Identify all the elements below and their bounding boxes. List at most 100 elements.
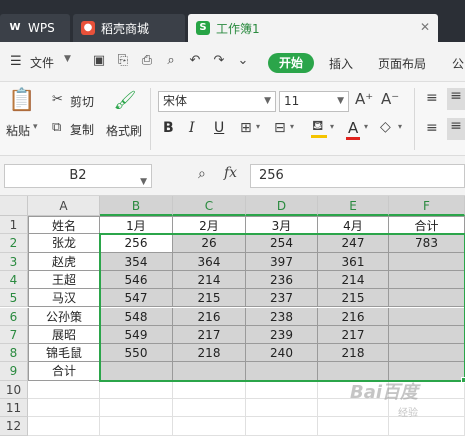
- table-cell[interactable]: 214: [318, 270, 389, 290]
- fill-chevron-icon[interactable]: ▾: [330, 122, 334, 131]
- cut-button[interactable]: 剪切: [70, 93, 94, 110]
- table-cell[interactable]: 546: [100, 270, 173, 290]
- row-header-3[interactable]: 3: [0, 252, 28, 271]
- underline-button[interactable]: U: [214, 120, 224, 136]
- table-cell[interactable]: [389, 252, 465, 271]
- table-cell[interactable]: [389, 344, 465, 363]
- font-name-select[interactable]: 宋体 ▼: [158, 91, 276, 112]
- table-cell[interactable]: [173, 417, 246, 436]
- table-cell[interactable]: 217: [318, 325, 389, 345]
- table-cell[interactable]: [246, 362, 318, 381]
- table-cell[interactable]: 218: [173, 344, 246, 363]
- table-cell[interactable]: [246, 380, 318, 399]
- row-header-9[interactable]: 9: [0, 362, 28, 381]
- table-cell[interactable]: [28, 399, 100, 418]
- tab-docer-store[interactable]: ● 稻壳商城: [73, 14, 185, 42]
- table-cell[interactable]: 214: [173, 270, 246, 290]
- row-header-2[interactable]: 2: [0, 234, 28, 253]
- table-cell[interactable]: [173, 380, 246, 399]
- eraser-icon[interactable]: ◇: [380, 119, 391, 135]
- table-cell[interactable]: 王超: [28, 270, 100, 290]
- save-icon[interactable]: ▣: [90, 52, 108, 70]
- tab-workbook[interactable]: S 工作簿1 ✕: [188, 14, 438, 42]
- table-cell[interactable]: [389, 325, 465, 345]
- column-header-a[interactable]: A: [28, 196, 100, 216]
- table-cell[interactable]: 215: [318, 289, 389, 308]
- table-cell[interactable]: [389, 307, 465, 326]
- eraser-chevron-icon[interactable]: ▾: [398, 122, 402, 131]
- table-cell[interactable]: [28, 417, 100, 436]
- table-cell[interactable]: [389, 417, 465, 436]
- row-header-10[interactable]: 10: [0, 380, 28, 399]
- table-cell[interactable]: [246, 417, 318, 436]
- table-cell[interactable]: 215: [173, 289, 246, 308]
- hamburger-menu-icon[interactable]: ☰: [10, 54, 22, 69]
- column-header-f[interactable]: F: [389, 196, 465, 216]
- table-cell[interactable]: [389, 270, 465, 290]
- header-cell[interactable]: 合计: [389, 216, 465, 235]
- column-header-b[interactable]: B: [100, 196, 173, 216]
- table-cell[interactable]: [28, 380, 100, 399]
- menu-formula[interactable]: 公: [452, 55, 464, 72]
- row-header-8[interactable]: 8: [0, 344, 28, 363]
- header-cell[interactable]: 2月: [173, 216, 246, 235]
- table-cell[interactable]: 216: [318, 307, 389, 326]
- copy-button[interactable]: 复制: [70, 121, 94, 138]
- menu-page-layout[interactable]: 页面布局: [378, 55, 426, 72]
- merge-cells-icon[interactable]: ⊟: [274, 120, 286, 136]
- tab-wps-home[interactable]: W WPS: [0, 14, 70, 42]
- table-cell[interactable]: 赵虎: [28, 252, 100, 271]
- column-header-e[interactable]: E: [318, 196, 389, 216]
- chevron-down-icon[interactable]: ▼: [337, 92, 344, 111]
- table-cell[interactable]: 239: [246, 325, 318, 345]
- table-cell[interactable]: [173, 399, 246, 418]
- table-cell[interactable]: 26: [173, 234, 246, 253]
- table-cell[interactable]: 397: [246, 252, 318, 271]
- table-cell[interactable]: 张龙: [28, 234, 100, 253]
- table-cell[interactable]: 238: [246, 307, 318, 326]
- column-header-d[interactable]: D: [246, 196, 318, 216]
- header-cell[interactable]: 4月: [318, 216, 389, 235]
- header-cell[interactable]: 1月: [100, 216, 173, 235]
- formula-input[interactable]: 256: [250, 164, 465, 188]
- table-cell[interactable]: 217: [173, 325, 246, 345]
- row-header-11[interactable]: 11: [0, 399, 28, 418]
- table-cell[interactable]: 218: [318, 344, 389, 363]
- table-cell[interactable]: [100, 362, 173, 381]
- table-cell[interactable]: 216: [173, 307, 246, 326]
- row-header-4[interactable]: 4: [0, 270, 28, 290]
- bold-button[interactable]: B: [163, 120, 174, 136]
- merge-chevron-icon[interactable]: ▾: [290, 122, 294, 131]
- table-cell[interactable]: [100, 399, 173, 418]
- format-painter-icon[interactable]: 🖌: [113, 90, 137, 116]
- table-cell[interactable]: 549: [100, 325, 173, 345]
- table-cell[interactable]: 364: [173, 252, 246, 271]
- insert-function-button[interactable]: fx: [224, 165, 237, 181]
- paste-icon[interactable]: 📋: [8, 88, 35, 116]
- row-header-1[interactable]: 1: [0, 216, 28, 235]
- header-cell[interactable]: 3月: [246, 216, 318, 235]
- table-cell[interactable]: 锦毛鼠: [28, 344, 100, 363]
- fill-handle[interactable]: [461, 376, 465, 383]
- row-header-6[interactable]: 6: [0, 307, 28, 326]
- export-pdf-icon[interactable]: ⎘: [114, 52, 132, 70]
- table-cell[interactable]: 547: [100, 289, 173, 308]
- redo-icon[interactable]: ↷: [210, 52, 228, 70]
- header-cell[interactable]: 姓名: [28, 216, 100, 235]
- table-cell[interactable]: 256: [100, 234, 173, 253]
- menu-start[interactable]: 开始: [268, 53, 314, 73]
- cell-name-box[interactable]: B2 ▼: [4, 164, 152, 188]
- table-cell[interactable]: [100, 417, 173, 436]
- print-preview-icon[interactable]: ⌕: [162, 52, 180, 70]
- table-cell[interactable]: [389, 289, 465, 308]
- row-header-7[interactable]: 7: [0, 325, 28, 345]
- table-cell[interactable]: 783: [389, 234, 465, 253]
- table-cell[interactable]: [173, 362, 246, 381]
- column-header-c[interactable]: C: [173, 196, 246, 216]
- table-cell[interactable]: [318, 417, 389, 436]
- decrease-font-icon[interactable]: A⁻: [381, 90, 399, 108]
- undo-icon[interactable]: ↶: [186, 52, 204, 70]
- paste-chevron-icon[interactable]: ▾: [33, 122, 38, 132]
- table-cell[interactable]: 马汉: [28, 289, 100, 308]
- chevron-down-icon[interactable]: ▼: [64, 54, 71, 64]
